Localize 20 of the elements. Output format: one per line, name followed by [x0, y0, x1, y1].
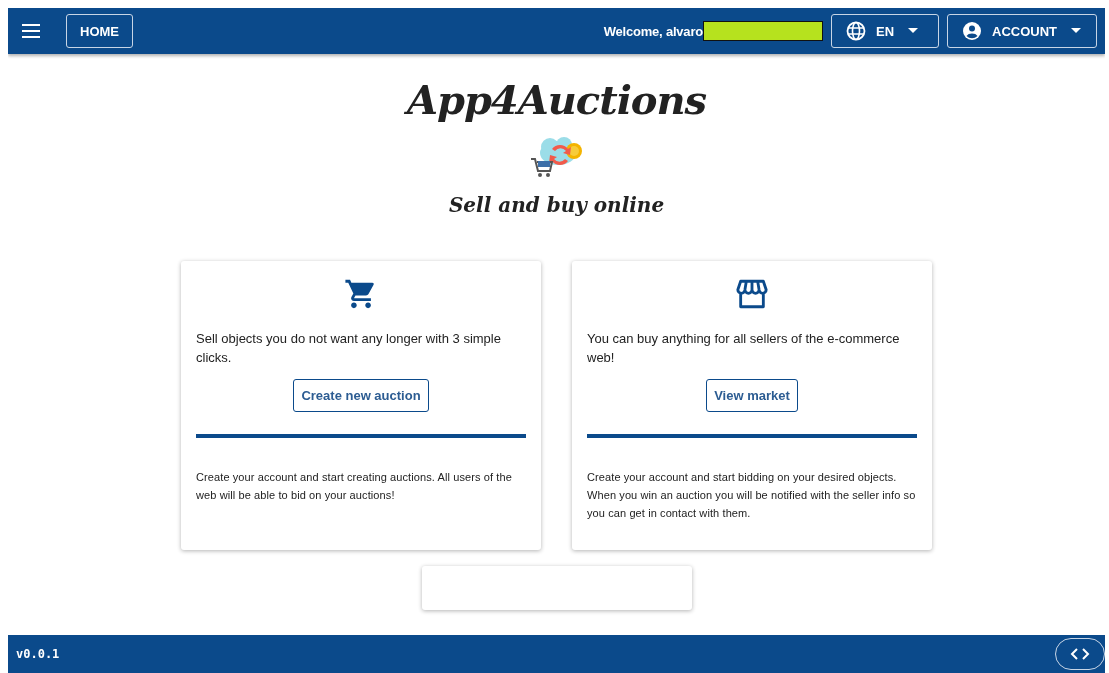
home-button[interactable]: HOME	[66, 14, 133, 48]
version-text: v0.0.1	[16, 647, 60, 661]
tagline: Sell and buy online	[448, 193, 665, 217]
card-note: Create your account and start bidding on your desired objects. When you win an auction you will be notified with the seller info so you can get in contact with them.	[587, 470, 917, 521]
user-icon	[962, 21, 982, 41]
globe-icon	[846, 21, 866, 41]
menu-icon	[22, 23, 42, 39]
card-action-button[interactable]: View market	[706, 379, 798, 412]
card-description: You can buy anything for all sellers of the e-commerce web!	[587, 330, 901, 367]
code-icon	[1070, 648, 1090, 660]
app-title: App4Auctions	[406, 76, 707, 123]
welcome-text: Welcome, alvaro	[603, 23, 703, 39]
language-button[interactable]: EN	[831, 14, 939, 48]
storefront-icon	[735, 277, 769, 311]
account-button[interactable]: ACCOUNT	[947, 14, 1097, 48]
card-description: Sell objects you do not want any longer with 3 simple clicks.	[196, 330, 502, 367]
caret-icon	[1071, 28, 1081, 34]
card-note: Create your account and start creating auctions. All users of the web will be able to bid on your auctions!	[196, 470, 513, 503]
caret-icon	[908, 28, 919, 34]
card-action-button[interactable]: Create new auction	[293, 379, 429, 412]
